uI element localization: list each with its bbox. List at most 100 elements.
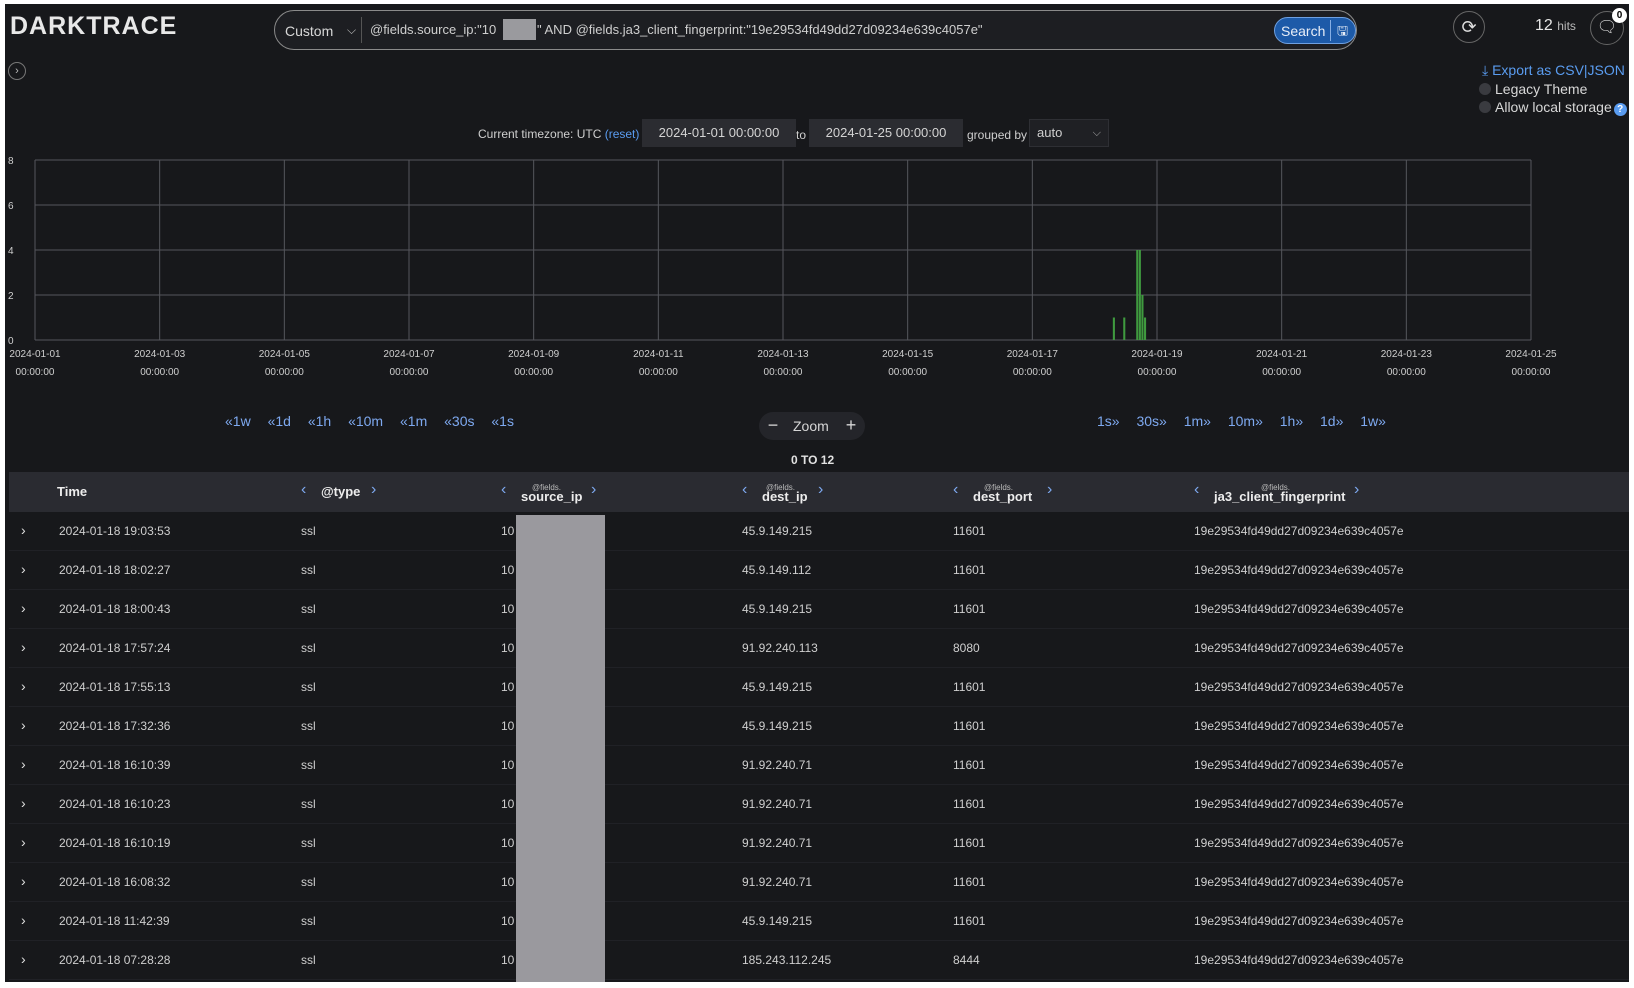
back-1d-button[interactable]: «1d (268, 413, 291, 429)
cell-type: ssl (301, 836, 316, 850)
table-row[interactable]: › 2024-01-18 17:57:24 ssl 10 91.92.240.1… (9, 629, 1629, 668)
cell-type: ssl (301, 914, 316, 928)
back-1w-button[interactable]: «1w (225, 413, 251, 429)
cell-dest-ip: 91.92.240.71 (742, 875, 813, 889)
cell-dest-ip: 91.92.240.71 (742, 758, 813, 772)
timezone-label: Current timezone: UTC (reset) (478, 127, 639, 141)
forward-1s-button[interactable]: 1s» (1097, 413, 1120, 429)
forward-30s-button[interactable]: 30s» (1136, 413, 1166, 429)
local-storage-toggle[interactable]: Allow local storage? (1479, 99, 1627, 116)
chevron-down-icon[interactable]: ⌵ (347, 23, 356, 38)
result-range: 0 TO 12 (791, 453, 835, 467)
column-name: source_ip (521, 489, 583, 504)
chevron-left-icon[interactable]: ‹ (301, 481, 306, 499)
zoom-in-button[interactable]: + (837, 412, 865, 440)
from-date-input[interactable]: 2024-01-01 00:00:00 (642, 119, 796, 147)
table-row[interactable]: › 2024-01-18 16:10:23 ssl 10 91.92.240.7… (9, 785, 1629, 824)
histogram-bar (1144, 317, 1147, 340)
histogram-bar (1123, 317, 1126, 340)
forward-1m-button[interactable]: 1m» (1184, 413, 1211, 429)
y-tick-label: 0 (8, 336, 14, 347)
y-tick-label: 2 (8, 291, 14, 302)
legacy-theme-toggle[interactable]: Legacy Theme (1479, 81, 1587, 97)
cell-type: ssl (301, 719, 316, 733)
chevron-right-icon[interactable]: › (591, 481, 596, 499)
forward-1w-button[interactable]: 1w» (1360, 413, 1386, 429)
expand-row-chevron-icon[interactable]: › (21, 678, 26, 694)
forward-1h-button[interactable]: 1h» (1280, 413, 1303, 429)
zoom-out-button[interactable]: − (759, 412, 787, 440)
cell-dest-ip: 91.92.240.113 (742, 641, 818, 655)
table-row[interactable]: › 2024-01-18 19:03:53 ssl 10 45.9.149.21… (9, 512, 1629, 551)
back-30s-button[interactable]: «30s (444, 413, 474, 429)
back-1s-button[interactable]: «1s (491, 413, 514, 429)
save-icon[interactable]: 🖫 (1330, 20, 1354, 41)
table-row[interactable]: › 2024-01-18 11:42:39 ssl 10 45.9.149.21… (9, 902, 1629, 941)
chevron-right-icon[interactable]: › (371, 481, 376, 499)
back-1h-button[interactable]: «1h (308, 413, 331, 429)
expand-row-chevron-icon[interactable]: › (21, 717, 26, 733)
table-row[interactable]: › 2024-01-18 16:08:32 ssl 10 91.92.240.7… (9, 863, 1629, 902)
to-date-input[interactable]: 2024-01-25 00:00:00 (809, 119, 963, 147)
toggle-dot (1479, 101, 1491, 113)
forward-1d-button[interactable]: 1d» (1320, 413, 1343, 429)
expand-row-chevron-icon[interactable]: › (21, 795, 26, 811)
cell-dest-ip: 185.243.112.245 (742, 953, 832, 967)
expand-row-chevron-icon[interactable]: › (21, 951, 26, 967)
chevron-left-icon[interactable]: ‹ (501, 481, 506, 499)
expand-row-chevron-icon[interactable]: › (21, 561, 26, 577)
chevron-left-icon[interactable]: ‹ (1194, 481, 1199, 499)
expand-row-chevron-icon[interactable]: › (21, 873, 26, 889)
search-button[interactable]: Search 🖫 (1274, 17, 1356, 44)
x-tick-time-label: 00:00:00 (140, 367, 179, 378)
search-bar: Custom ⌵ @fields.source_ip:"10 " AND @fi… (274, 10, 1357, 50)
chevron-right-icon[interactable]: › (1047, 481, 1052, 499)
export-link[interactable]: ⤓ Export as CSV|JSON (1482, 62, 1625, 79)
zoom-label: Zoom (793, 418, 829, 434)
x-tick-date-label: 2024-01-05 (259, 349, 311, 360)
expand-row-chevron-icon[interactable]: › (21, 912, 26, 928)
x-tick-time-label: 00:00:00 (1138, 367, 1177, 378)
cell-source-ip: 10 (501, 875, 515, 889)
histogram-chart[interactable]: 0 2 4 6 8 2024-01-01 00:00:00 2024-01-03 00:00:0… (5, 152, 1629, 388)
chevron-right-icon[interactable]: › (1354, 481, 1359, 499)
query-mode-select[interactable]: Custom (285, 23, 333, 39)
table-row[interactable]: › 2024-01-18 18:00:43 ssl 10 45.9.149.21… (9, 590, 1629, 629)
expand-row-chevron-icon[interactable]: › (21, 522, 26, 538)
help-icon[interactable]: ? (1613, 103, 1627, 116)
table-row[interactable]: › 2024-01-18 16:10:39 ssl 10 91.92.240.7… (9, 746, 1629, 785)
histogram-bar (1112, 317, 1115, 340)
cell-type: ssl (301, 680, 316, 694)
expand-row-chevron-icon[interactable]: › (21, 756, 26, 772)
x-tick-time-label: 00:00:00 (639, 367, 678, 378)
chevron-right-icon[interactable]: › (818, 481, 823, 499)
expand-row-chevron-icon[interactable]: › (21, 834, 26, 850)
hits-suffix: hits (1557, 19, 1576, 33)
refresh-icon[interactable]: ⟳ (1453, 11, 1485, 43)
back-10m-button[interactable]: «10m (348, 413, 383, 429)
timezone-reset-link[interactable]: (reset) (605, 127, 640, 141)
query-input-part2[interactable]: " AND @fields.ja3_client_fingerprint:"19… (537, 22, 983, 37)
cell-type: ssl (301, 602, 316, 616)
back-1m-button[interactable]: «1m (400, 413, 427, 429)
cell-ja3-fingerprint: 19e29534fd49dd27d09234e639c4057e (1194, 758, 1404, 772)
expand-row-chevron-icon[interactable]: › (21, 639, 26, 655)
table-row[interactable]: › 2024-01-18 16:10:19 ssl 10 91.92.240.7… (9, 824, 1629, 863)
group-by-select[interactable]: auto ⌵ (1029, 119, 1109, 147)
histogram-bar (1141, 295, 1144, 340)
query-input-part1[interactable]: @fields.source_ip:"10 (370, 22, 496, 37)
chevron-left-icon[interactable]: ‹ (742, 481, 747, 499)
table-row[interactable]: › 2024-01-18 18:02:27 ssl 10 45.9.149.11… (9, 551, 1629, 590)
chevron-left-icon[interactable]: ‹ (953, 481, 958, 499)
sidebar-toggle-chevron-icon[interactable]: › (8, 62, 26, 80)
table-row[interactable]: › 2024-01-18 17:55:13 ssl 10 45.9.149.21… (9, 668, 1629, 707)
column-name: Time (57, 484, 88, 499)
notification-badge: 0 (1612, 8, 1627, 23)
forward-10m-button[interactable]: 10m» (1228, 413, 1263, 429)
x-tick-date-label: 2024-01-11 (633, 349, 684, 360)
x-tick-time-label: 00:00:00 (265, 367, 304, 378)
table-row[interactable]: › 2024-01-18 17:32:36 ssl 10 45.9.149.21… (9, 707, 1629, 746)
cell-time: 2024-01-18 17:57:24 (59, 641, 171, 655)
table-row[interactable]: › 2024-01-18 07:28:28 ssl 10 185.243.112… (9, 941, 1629, 980)
expand-row-chevron-icon[interactable]: › (21, 600, 26, 616)
